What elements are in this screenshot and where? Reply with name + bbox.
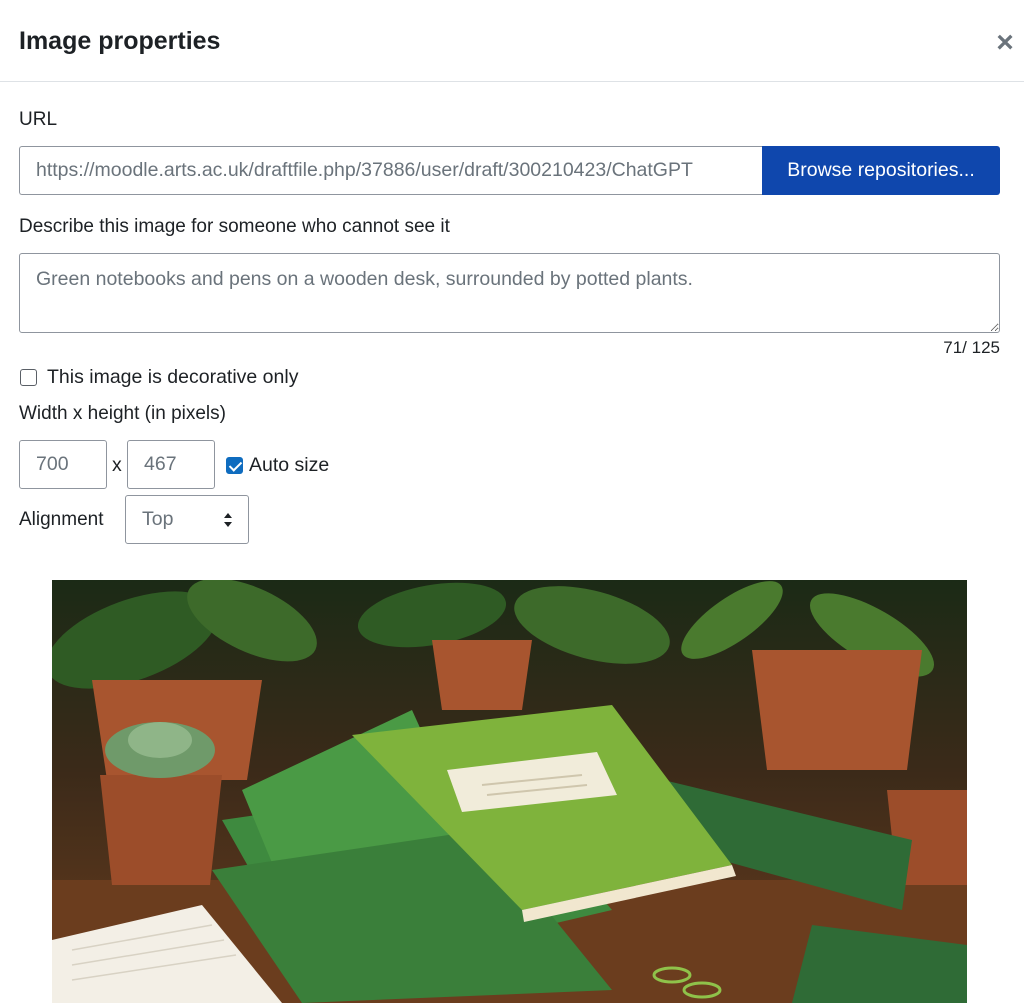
select-arrows-icon — [224, 513, 232, 527]
alignment-value: Top — [142, 508, 174, 530]
alt-text-textarea[interactable]: Green notebooks and pens on a wooden des… — [19, 253, 1000, 333]
decorative-checkbox[interactable] — [20, 368, 37, 386]
image-preview — [52, 580, 967, 1003]
image-preview-icon — [52, 580, 967, 1003]
alignment-select[interactable]: Top — [125, 495, 249, 544]
browse-repositories-button[interactable]: Browse repositories... — [762, 146, 1000, 195]
url-label: URL — [19, 109, 58, 130]
width-input[interactable] — [19, 440, 107, 489]
dialog-title: Image properties — [19, 27, 221, 55]
autosize-checkbox[interactable] — [226, 456, 243, 474]
decorative-label: This image is decorative only — [47, 366, 299, 388]
height-input[interactable] — [127, 440, 215, 489]
image-properties-dialog: Image properties × URL Browse repositori… — [0, 0, 1024, 1003]
close-button[interactable]: × — [988, 28, 1022, 58]
dialog-header: Image properties × — [0, 0, 1024, 82]
close-icon: × — [996, 26, 1014, 59]
alt-text-label: Describe this image for someone who cann… — [19, 216, 450, 237]
alt-text-counter: 71/ 125 — [943, 338, 1000, 357]
autosize-label: Auto size — [249, 454, 330, 476]
times-symbol: x — [112, 454, 122, 476]
autosize-row: Auto size — [224, 453, 329, 477]
url-input[interactable] — [19, 146, 763, 195]
size-label: Width x height (in pixels) — [19, 403, 226, 424]
alignment-label: Alignment — [19, 509, 104, 530]
decorative-row: This image is decorative only — [19, 365, 298, 389]
